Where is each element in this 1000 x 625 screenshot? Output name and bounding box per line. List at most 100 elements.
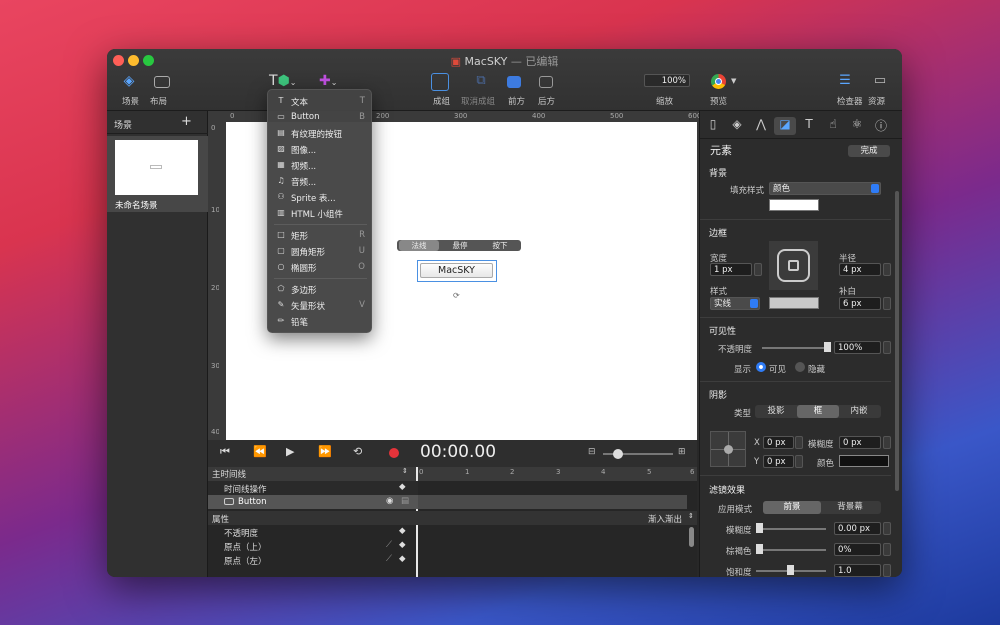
shadow-drop-option[interactable]: 投影 [755, 405, 797, 418]
shadow-box-option[interactable]: 框 [797, 405, 839, 418]
keyframe-icon[interactable]: ◆ [399, 482, 406, 492]
apply-mode-segment[interactable]: 前景 背景幕 [763, 501, 881, 514]
eye-icon[interactable]: ◉ [386, 496, 393, 506]
actions-hand-icon[interactable]: ☝ [822, 117, 844, 135]
play-icon[interactable]: ▶ [286, 445, 294, 458]
loop-icon[interactable]: ⟲ [353, 445, 362, 458]
metrics-icon[interactable]: ⋀ [750, 117, 772, 135]
add-scene-button[interactable]: + [181, 114, 192, 129]
info-icon[interactable]: ⓘ [870, 117, 892, 135]
menu-item[interactable]: ✏ 铅笔 [268, 314, 373, 330]
scene-item[interactable]: 未命名场景 [107, 136, 208, 212]
sepia-stepper[interactable] [883, 543, 891, 556]
filter-blur-stepper[interactable] [883, 522, 891, 535]
document-icon[interactable]: ▯ [702, 117, 724, 135]
keyframe-icon[interactable]: ◆ [399, 526, 406, 536]
menu-item[interactable]: ▤ 有纹理的按钮 [268, 126, 373, 142]
filter-blur-knob[interactable] [756, 523, 763, 533]
path-icon[interactable]: ⟋ [386, 554, 392, 564]
visible-radio[interactable] [756, 362, 766, 372]
done-button[interactable]: 完成 [848, 145, 890, 157]
canvas-button[interactable]: MacSKY [420, 263, 493, 278]
shadow-x-field[interactable]: 0 px [763, 436, 794, 449]
puzzle-icon[interactable]: ✚⌄ [319, 73, 337, 89]
shadow-color-well[interactable] [839, 455, 889, 467]
layers-icon[interactable]: ◈ [726, 117, 748, 135]
zoom-in-icon[interactable]: ⊞ [678, 447, 686, 457]
zoom-field[interactable]: 100% [644, 74, 690, 87]
fill-style-select[interactable]: 颜色 [769, 182, 881, 195]
step-forward-icon[interactable]: ⏩ [318, 445, 332, 458]
radius-stepper[interactable] [883, 263, 891, 276]
prop-row[interactable]: 原点（左） ⟋ ◆ [208, 553, 418, 567]
menu-item[interactable]: ⬠ 多边形 [268, 282, 373, 298]
border-style-select[interactable]: 实线 [710, 297, 760, 310]
saturation-knob[interactable] [787, 565, 794, 575]
hidden-radio[interactable] [795, 362, 805, 372]
foreground-option[interactable]: 前景 [763, 501, 821, 514]
opacity-field[interactable]: 100% [834, 341, 881, 354]
menu-item[interactable]: ⚇ Sprite 表... [268, 190, 373, 206]
inspector-icon[interactable]: ☰ [835, 73, 855, 91]
border-preview[interactable] [769, 241, 818, 290]
saturation-stepper[interactable] [883, 564, 891, 577]
state-pressed-tab[interactable]: 按下 [480, 240, 520, 251]
state-normal-tab[interactable]: 法线 [399, 240, 439, 251]
record-icon[interactable] [389, 448, 399, 458]
ungroup-icon[interactable]: ⧉ [471, 73, 491, 91]
menu-item[interactable]: ▨ 图像... [268, 142, 373, 158]
inspector-scrollbar[interactable] [895, 191, 899, 491]
timeline-actions-row[interactable]: 时间线操作 ◆ [208, 481, 418, 495]
saturation-field[interactable]: 1.0 [834, 564, 881, 577]
chevron-updown-icon[interactable]: ⇕ [688, 512, 694, 520]
step-back-icon[interactable]: ⏪ [253, 445, 267, 458]
slider-knob[interactable] [613, 449, 623, 459]
padding-field[interactable]: 6 px [839, 297, 881, 310]
border-color-well[interactable] [769, 297, 819, 309]
menu-item[interactable]: ▥ HTML 小组件 [268, 206, 373, 222]
shadow-offset-pad[interactable] [710, 431, 746, 467]
menu-item[interactable]: □ 矩形 R [268, 228, 373, 244]
menu-item[interactable]: ▭ Button B [268, 110, 373, 126]
backdrop-option[interactable]: 背景幕 [821, 501, 879, 514]
group-icon[interactable] [431, 73, 449, 91]
easing-select[interactable]: 渐入渐出 [648, 513, 682, 525]
rotate-handle-icon[interactable]: ⟳ [453, 291, 460, 300]
menu-item[interactable]: ♫ 音频... [268, 174, 373, 190]
filter-blur-field[interactable]: 0.00 px [834, 522, 881, 535]
menu-item[interactable]: ▦ 视频... [268, 158, 373, 174]
chevron-updown-icon[interactable]: ⇕ [402, 467, 408, 475]
element-style-icon[interactable]: ◪ [774, 117, 796, 135]
shadow-x-stepper[interactable] [795, 436, 803, 449]
timeline-scrollbar[interactable] [689, 527, 694, 547]
sepia-field[interactable]: 0% [834, 543, 881, 556]
radius-field[interactable]: 4 px [839, 263, 881, 276]
menu-item[interactable]: ○ 椭圆形 O [268, 260, 373, 276]
opacity-knob[interactable] [824, 342, 831, 352]
padding-stepper[interactable] [883, 297, 891, 310]
layers-icon[interactable]: ◈ [119, 73, 139, 91]
shadow-type-segment[interactable]: 投影框内嵌 [755, 405, 881, 418]
path-icon[interactable]: ⟋ [386, 540, 392, 550]
state-hover-tab[interactable]: 悬停 [440, 240, 480, 251]
bring-front-icon[interactable] [507, 76, 521, 88]
opacity-slider[interactable] [762, 347, 828, 349]
filter-blur-slider[interactable] [756, 528, 826, 530]
send-back-icon[interactable] [539, 76, 553, 88]
prop-row[interactable]: 不透明度 ◆ [208, 525, 418, 539]
timeline-button-row[interactable]: Button ◉ ▤ [208, 495, 418, 509]
typography-icon[interactable]: T [798, 117, 820, 135]
skip-start-icon[interactable]: ⏮ [220, 445, 230, 459]
keyframe-icon[interactable]: ◆ [399, 554, 406, 564]
physics-atom-icon[interactable]: ⚛ [846, 117, 868, 135]
browser-icon[interactable] [711, 74, 726, 89]
shadow-blur-field[interactable]: 0 px [839, 436, 881, 449]
chevron-down-icon[interactable]: ▼ [731, 77, 736, 85]
width-field[interactable]: 1 px [710, 263, 752, 276]
lock-icon[interactable]: ▤ [401, 496, 409, 506]
sepia-knob[interactable] [756, 544, 763, 554]
fill-color-well[interactable] [769, 199, 819, 211]
menu-item[interactable]: ✎ 矢量形状 V [268, 298, 373, 314]
sepia-slider[interactable] [756, 549, 826, 551]
zoom-out-icon[interactable]: ⊟ [588, 447, 596, 457]
